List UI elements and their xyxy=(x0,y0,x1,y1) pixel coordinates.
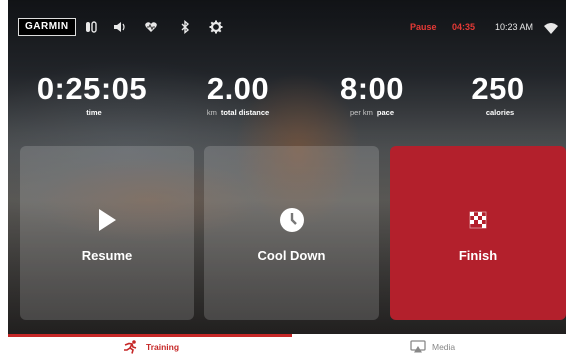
metric-value: 2.00 xyxy=(206,71,270,106)
checkered-flag-icon xyxy=(390,206,566,234)
metric-value: 8:00 xyxy=(339,71,405,106)
pause-timer: 04:35 xyxy=(452,22,476,32)
tab-training[interactable]: Training xyxy=(122,340,179,354)
volume-icon[interactable] xyxy=(112,20,126,34)
clock: 10:23 AM xyxy=(495,22,534,32)
metric-label: time xyxy=(86,108,102,117)
metric-time: 0:25:05 time xyxy=(30,71,154,118)
metric-value: 0:25:05 xyxy=(36,71,148,106)
airplay-icon xyxy=(410,340,426,353)
runner-icon xyxy=(124,340,137,354)
background-photo: GARMIN Pause 04:35 10:23 AM 0:25:05 time… xyxy=(8,0,566,334)
tab-training-label: Training xyxy=(146,342,180,352)
walk-icon[interactable] xyxy=(84,20,98,34)
resume-label: Resume xyxy=(81,248,133,263)
bluetooth-icon[interactable] xyxy=(178,20,192,34)
metric-pace: 8:00 per km pace xyxy=(320,71,424,118)
metric-label: pace xyxy=(376,108,395,117)
pause-button[interactable]: Pause xyxy=(410,22,437,32)
bottom-nav: Training Media xyxy=(8,334,566,356)
metric-calories: 250 calories xyxy=(452,71,544,118)
cool-down-button[interactable]: Cool Down xyxy=(204,146,379,320)
tab-media-label: Media xyxy=(432,341,456,352)
metric-unit: km xyxy=(206,108,217,117)
metric-label: calories xyxy=(485,108,515,117)
play-icon xyxy=(20,206,194,234)
finish-button[interactable]: Finish xyxy=(390,146,566,320)
wifi-icon xyxy=(544,21,558,34)
active-tab-indicator xyxy=(8,334,292,337)
finish-label: Finish xyxy=(458,248,498,263)
tab-media[interactable]: Media xyxy=(410,340,455,353)
metric-label: total distance xyxy=(220,108,270,117)
garmin-logo: GARMIN xyxy=(18,18,76,36)
heart-icon[interactable] xyxy=(144,20,158,34)
status-bar: GARMIN Pause 04:35 10:23 AM xyxy=(8,14,566,40)
metric-distance: 2.00 km total distance xyxy=(184,71,292,118)
clock-icon xyxy=(204,206,379,234)
metric-unit: per km xyxy=(349,108,373,117)
gear-icon[interactable] xyxy=(209,20,223,34)
resume-button[interactable]: Resume xyxy=(20,146,194,320)
cool-down-label: Cool Down xyxy=(257,248,326,263)
metric-value: 250 xyxy=(471,71,525,106)
